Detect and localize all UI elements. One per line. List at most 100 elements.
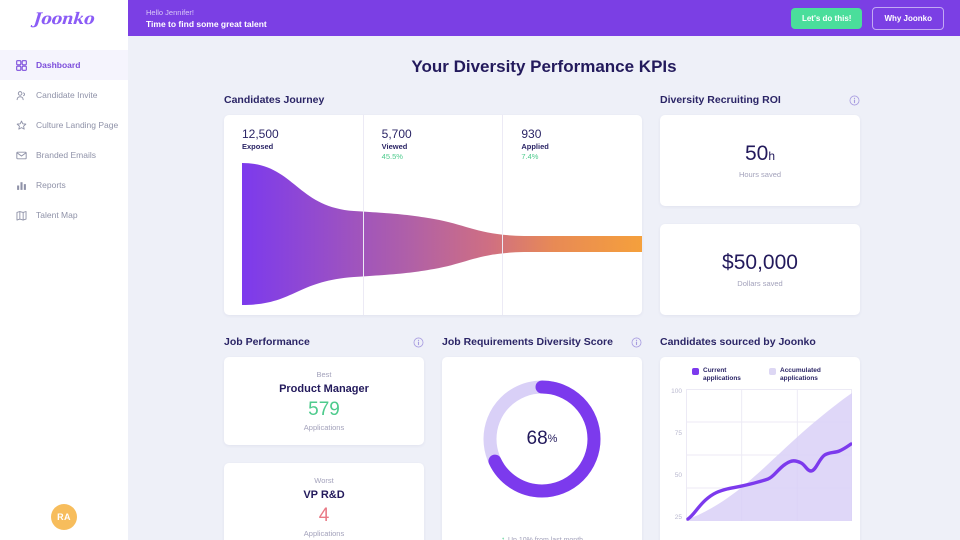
funnel-stage-label: Exposed [242,142,363,151]
sidebar-item-branded-emails[interactable]: Branded Emails [0,140,128,170]
greeting-subtitle: Time to find some great talent [146,19,267,29]
app-root: Joonko Dashboard Candidate Invite Cultur… [0,0,960,540]
logo-text: Joonko [33,9,96,28]
grid-icon [16,60,27,71]
donut-value: 68% [478,375,606,503]
sourced-chart-card: Current applications Accumulated applica… [660,357,860,540]
sidebar: Joonko Dashboard Candidate Invite Cultur… [0,0,128,540]
job-rank-label: Best [316,370,331,379]
candidates-journey-section: Candidates Journey [224,93,642,315]
funnel-card: 12,500 Exposed 5,700 Viewed 45.5% 930 [224,115,642,315]
job-performance-card-best: Best Product Manager 579 Applications [224,357,424,445]
chart-plot-area [686,389,852,521]
roi-unit: h [768,149,775,163]
job-performance-section: Job Performance Best Product Manager 579… [224,335,424,540]
section-title: Candidates sourced by Joonko [660,336,816,348]
sourced-chart-header: Candidates sourced by Joonko [660,335,860,349]
avatar-container: RA [0,504,128,530]
job-rank-label: Worst [314,476,333,485]
sidebar-item-candidate-invite[interactable]: Candidate Invite [0,80,128,110]
arrow-up-icon: ↑ [501,536,505,540]
chart-y-axis: 100 75 50 25 [666,389,686,521]
diversity-score-note: ↑ Up 10% from last month [442,536,642,540]
sidebar-item-label: Talent Map [36,210,78,220]
map-icon [16,210,27,221]
candidates-journey-header: Candidates Journey [224,93,642,107]
sidebar-item-label: Candidate Invite [36,90,97,100]
job-title: VP R&D [303,489,344,501]
funnel-stage-label: Applied [521,142,642,151]
legend-item-accumulated: Accumulated applications [769,367,828,383]
legend-swatch [692,368,699,375]
section-title: Candidates Journey [224,94,324,106]
greeting-block: Hello Jennifer! Time to find some great … [146,8,267,29]
funnel-stage-percent: 7.4% [521,152,642,161]
avatar[interactable]: RA [51,504,77,530]
info-circle-icon[interactable] [849,95,860,106]
sourced-chart-section: Candidates sourced by Joonko Current app… [660,335,860,540]
topbar: Hello Jennifer! Time to find some great … [128,0,960,36]
sidebar-item-label: Reports [36,180,66,190]
section-title: Diversity Recruiting ROI [660,94,781,106]
roi-value: 50h [745,142,775,166]
funnel-stage-percent: 45.5% [382,152,503,161]
section-title: Job Requirements Diversity Score [442,336,613,348]
diversity-score-card: 68% ↑ Up 10% from last month [442,357,642,540]
topbar-actions: Let's do this! Why Joonko [791,7,944,30]
info-circle-icon[interactable] [631,337,642,348]
main-content: Hello Jennifer! Time to find some great … [128,0,960,540]
area-line-chart [686,389,852,521]
job-application-label: Applications [304,529,344,538]
funnel-stage: 5,700 Viewed 45.5% [363,115,503,315]
sidebar-nav: Dashboard Candidate Invite Culture Landi… [0,50,128,230]
page-title: Your Diversity Performance KPIs [128,57,960,77]
chart-legend: Current applications Accumulated applica… [666,367,852,383]
legend-label: Current applications [703,367,751,383]
star-icon [16,120,27,131]
donut-unit: % [548,433,558,445]
diversity-roi-section: Diversity Recruiting ROI 50h Hours saved… [660,93,860,315]
roi-value: $50,000 [722,251,798,275]
diversity-score-note-text: Up 10% from last month [508,537,583,540]
funnel-stage-value: 12,500 [242,127,363,141]
diversity-score-header: Job Requirements Diversity Score [442,335,642,349]
job-application-count: 579 [308,399,340,421]
sidebar-item-dashboard[interactable]: Dashboard [0,50,128,80]
job-application-label: Applications [304,423,344,432]
users-icon [16,90,27,101]
roi-number: 50 [745,142,768,165]
funnel-stage: 12,500 Exposed [224,115,363,315]
dashboard-row-2: Job Performance Best Product Manager 579… [224,335,868,540]
why-joonko-button[interactable]: Why Joonko [872,7,944,30]
sidebar-item-culture-landing-page[interactable]: Culture Landing Page [0,110,128,140]
job-application-count: 4 [319,505,330,527]
sidebar-item-label: Culture Landing Page [36,120,118,130]
sidebar-item-talent-map[interactable]: Talent Map [0,200,128,230]
greeting-hello: Hello Jennifer! [146,8,267,17]
diversity-roi-header: Diversity Recruiting ROI [660,93,860,107]
roi-label: Dollars saved [737,279,782,288]
section-title: Job Performance [224,336,310,348]
y-tick: 75 [675,431,682,438]
bar-chart-icon [16,180,27,191]
legend-swatch [769,368,776,375]
job-performance-header: Job Performance [224,335,424,349]
accumulated-area [686,393,852,521]
donut-chart: 68% [478,375,606,503]
funnel-stage-label: Viewed [382,142,503,151]
job-performance-card-worst: Worst VP R&D 4 Applications [224,463,424,540]
y-tick: 25 [675,515,682,522]
envelope-icon [16,150,27,161]
logo[interactable]: Joonko [0,0,128,36]
sidebar-item-reports[interactable]: Reports [0,170,128,200]
job-title: Product Manager [279,383,369,395]
roi-label: Hours saved [739,170,781,179]
info-circle-icon[interactable] [413,337,424,348]
roi-card-dollars: $50,000 Dollars saved [660,224,860,315]
funnel-stage-value: 5,700 [382,127,503,141]
lets-do-this-button[interactable]: Let's do this! [791,8,862,29]
dashboard-row-1: Candidates Journey [224,93,868,315]
sidebar-item-label: Dashboard [36,60,80,70]
dashboard-grid: Candidates Journey [128,93,960,540]
legend-item-current: Current applications [692,367,751,383]
